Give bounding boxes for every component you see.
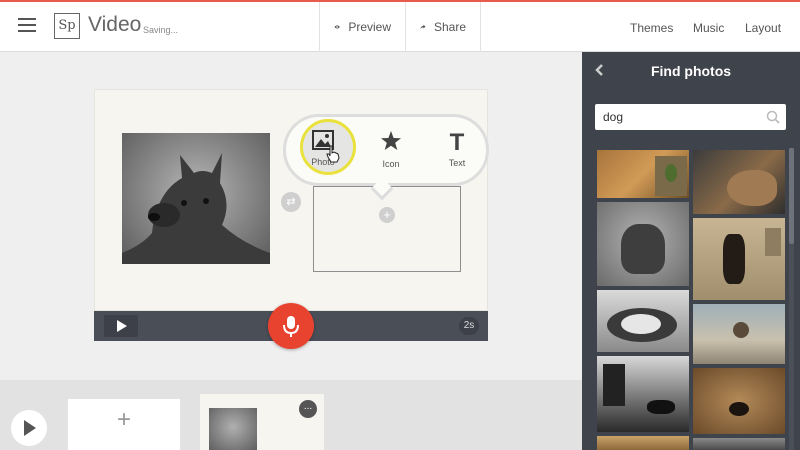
empty-content-slot[interactable]: + bbox=[313, 186, 461, 272]
text-option-label: Text bbox=[448, 158, 466, 168]
top-bar: Sp Video Saving... Preview Share Themes … bbox=[0, 0, 800, 52]
photo-result-golden-retriever[interactable] bbox=[597, 150, 689, 198]
photo-result-partial-1[interactable] bbox=[597, 436, 689, 450]
photo-search-input[interactable] bbox=[595, 104, 765, 130]
share-arrow-icon bbox=[420, 24, 426, 30]
menu-icon[interactable] bbox=[18, 18, 36, 32]
photo-result-beach-dog[interactable] bbox=[693, 304, 785, 364]
swap-icon[interactable]: ⇄ bbox=[281, 192, 301, 212]
text-option[interactable]: T Text bbox=[434, 129, 480, 169]
record-voice-button[interactable] bbox=[268, 303, 314, 349]
slide-photo[interactable] bbox=[122, 133, 270, 264]
star-icon bbox=[381, 131, 401, 150]
photo-result-doberman[interactable] bbox=[693, 218, 785, 300]
search-icon[interactable] bbox=[765, 109, 781, 125]
preview-label: Preview bbox=[348, 20, 391, 34]
photo-results-scrollbar[interactable] bbox=[789, 148, 794, 450]
dog-photo-image bbox=[122, 153, 270, 264]
slide-thumbnail-photo bbox=[209, 408, 257, 450]
share-button[interactable]: Share bbox=[405, 2, 481, 52]
scrollbar-thumb[interactable] bbox=[789, 148, 794, 244]
microphone-icon bbox=[283, 316, 299, 337]
slide-duration-badge[interactable]: 2s bbox=[459, 317, 479, 335]
hand-cursor-icon bbox=[326, 145, 340, 163]
icon-option[interactable]: Icon bbox=[368, 130, 414, 169]
play-all-button[interactable] bbox=[11, 410, 47, 446]
add-content-icon[interactable]: + bbox=[379, 207, 395, 223]
content-picker-popup: Photo Icon T Text bbox=[283, 114, 489, 201]
panel-title: Find photos bbox=[650, 63, 732, 79]
save-status: Saving... bbox=[143, 25, 179, 35]
music-link[interactable]: Music bbox=[693, 21, 724, 35]
slide-stage: ⇄ + Photo Icon T Text bbox=[94, 89, 489, 311]
photo-result-partial-2[interactable] bbox=[693, 438, 785, 450]
photo-result-shepherd-face[interactable] bbox=[693, 368, 785, 434]
slide-timeline: + ... bbox=[0, 380, 582, 450]
play-icon bbox=[24, 420, 36, 436]
slide-thumbnail[interactable]: ... bbox=[200, 394, 324, 450]
app-title: Video bbox=[88, 13, 142, 36]
photo-result-sleeping-dog[interactable] bbox=[597, 290, 689, 352]
photo-search-box bbox=[595, 104, 786, 130]
app-logo: Sp bbox=[54, 13, 80, 39]
play-slide-button[interactable] bbox=[104, 315, 138, 337]
add-slide-button[interactable]: + bbox=[68, 399, 180, 450]
more-options-icon[interactable]: ... bbox=[299, 400, 317, 418]
photo-result-shepherd-closeup[interactable] bbox=[693, 150, 785, 214]
play-icon bbox=[117, 320, 127, 332]
layout-link[interactable]: Layout bbox=[745, 21, 781, 35]
text-t-icon: T bbox=[449, 129, 465, 156]
find-photos-panel: Find photos bbox=[582, 52, 800, 450]
photo-result-woman-with-dog[interactable] bbox=[597, 356, 689, 432]
icon-option-label: Icon bbox=[382, 159, 400, 169]
themes-link[interactable]: Themes bbox=[630, 21, 673, 35]
share-label: Share bbox=[433, 20, 466, 34]
preview-button[interactable]: Preview bbox=[319, 2, 405, 52]
eye-icon bbox=[334, 25, 340, 29]
photo-result-bw-dog[interactable] bbox=[597, 202, 689, 286]
